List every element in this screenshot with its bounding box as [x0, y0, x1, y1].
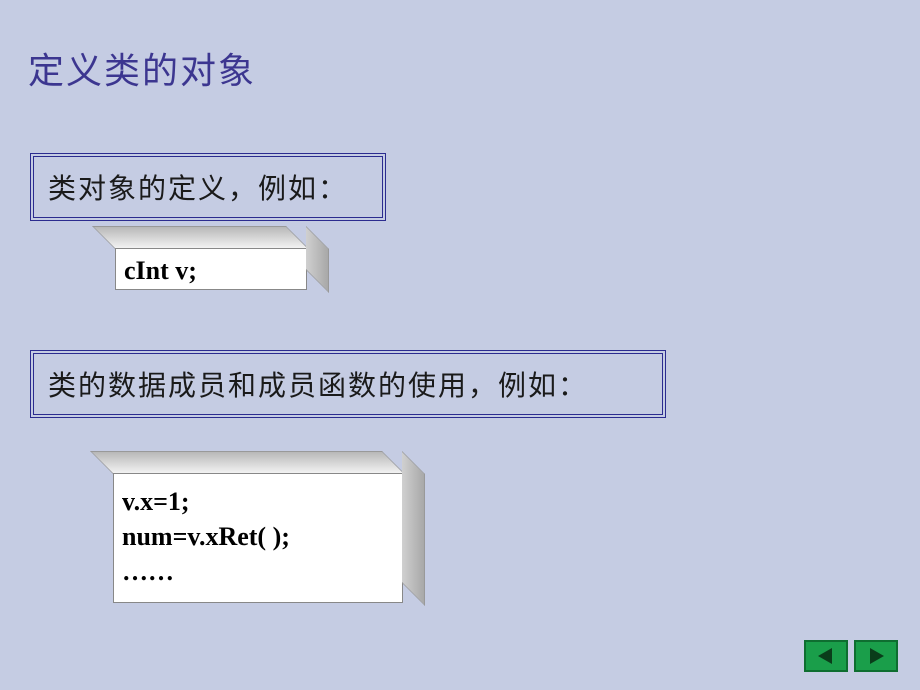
arrow-right-icon	[864, 644, 888, 668]
arrow-left-icon	[814, 644, 838, 668]
code-block-declaration: cInt v;	[115, 248, 307, 290]
code-text-declaration: cInt v;	[115, 248, 307, 290]
next-button[interactable]	[854, 640, 898, 672]
slide-title: 定义类的对象	[0, 0, 920, 94]
code-text-usage: v.x=1; num=v.xRet( ); ……	[113, 473, 403, 603]
caption-member-usage: 类的数据成员和成员函数的使用，例如：	[30, 350, 666, 418]
code-block-usage: v.x=1; num=v.xRet( ); ……	[113, 473, 403, 603]
nav-buttons	[804, 640, 898, 672]
caption-object-definition: 类对象的定义，例如：	[30, 153, 386, 221]
prev-button[interactable]	[804, 640, 848, 672]
